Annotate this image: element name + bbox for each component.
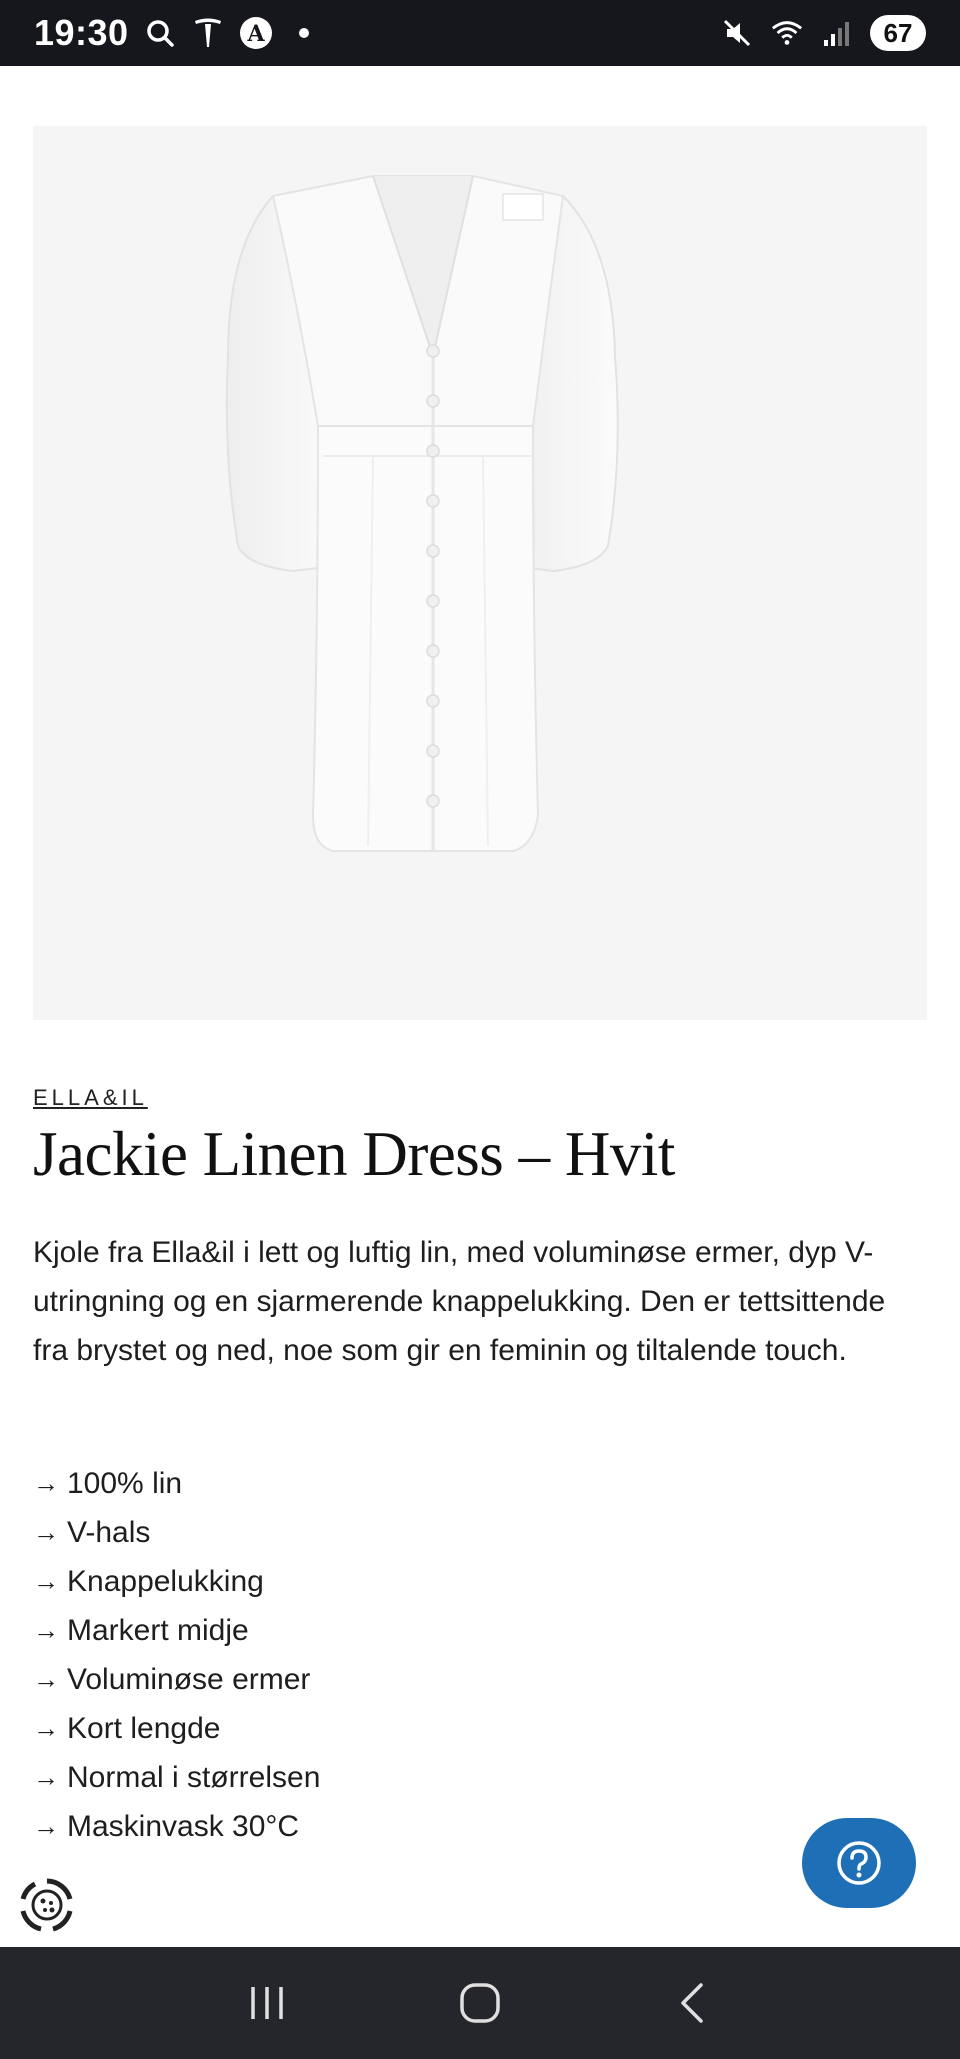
battery-indicator: 67 [870,15,926,51]
list-item: → Markert midje [33,1606,733,1655]
question-icon [837,1841,881,1885]
product-image[interactable] [33,126,927,1020]
signal-icon [820,16,854,50]
list-item: → Voluminøse ermer [33,1655,733,1704]
status-bar: 19:30 A 67 [0,0,960,66]
home-button[interactable] [440,1963,520,2043]
status-time: 19:30 [34,12,129,53]
mute-icon [720,16,754,50]
arrow-right-icon: → [33,1517,59,1547]
dress-illustration [225,175,619,852]
list-item: → Normal i størrelsen [33,1753,733,1802]
product-description: Kjole fra Ella&il i lett og luftig lin, … [33,1236,886,1367]
list-item: → Knappelukking [33,1557,733,1606]
arrow-right-icon: → [33,1811,59,1841]
feature-text: Markert midje [67,1614,249,1647]
arrow-right-icon: → [33,1566,59,1596]
wifi-icon [770,16,804,50]
back-icon [681,1983,704,2023]
search-icon [143,16,177,50]
arrow-right-icon: → [33,1713,59,1743]
arrow-right-icon: → [33,1468,59,1498]
list-item: → Kort lengde [33,1704,733,1753]
cookie-settings-button[interactable] [12,1870,82,1940]
feature-text: 100% lin [67,1467,183,1500]
back-button[interactable] [653,1963,733,2043]
app-a-icon: A [239,16,273,50]
feature-list: → 100% lin → V-hals → Knappelukking → Marker… [33,1459,733,1851]
home-icon [460,1983,500,2023]
product-title: Jackie Linen Dress – Hvit [33,1119,675,1189]
list-item: → 100% lin [33,1459,733,1508]
navigation-bar [0,1947,960,2059]
svg-text:A: A [246,21,265,47]
recents-icon [250,1987,283,2019]
cookie-settings-icon [20,1878,73,1932]
page: Forsiden Shop Dame Kjoler Korte kjoler 1… [0,0,960,2059]
tesla-icon [191,16,225,50]
feature-text: V-hals [67,1516,151,1549]
arrow-right-icon: → [33,1762,59,1792]
list-item: → V-hals [33,1508,733,1557]
feature-text: Knappelukking [67,1565,264,1598]
notification-dot-icon [287,16,321,50]
brand-link[interactable]: ELLA&IL [33,1085,148,1111]
feature-text: Kort lengde [67,1712,221,1745]
arrow-right-icon: → [33,1615,59,1645]
arrow-right-icon: → [33,1664,59,1694]
list-item: → Maskinvask 30°C [33,1802,733,1851]
feature-text: Voluminøse ermer [67,1663,311,1696]
recents-button[interactable] [227,1963,307,2043]
feature-text: Normal i størrelsen [67,1761,321,1794]
feature-text: Maskinvask 30°C [67,1810,300,1843]
help-button[interactable] [802,1818,916,1908]
